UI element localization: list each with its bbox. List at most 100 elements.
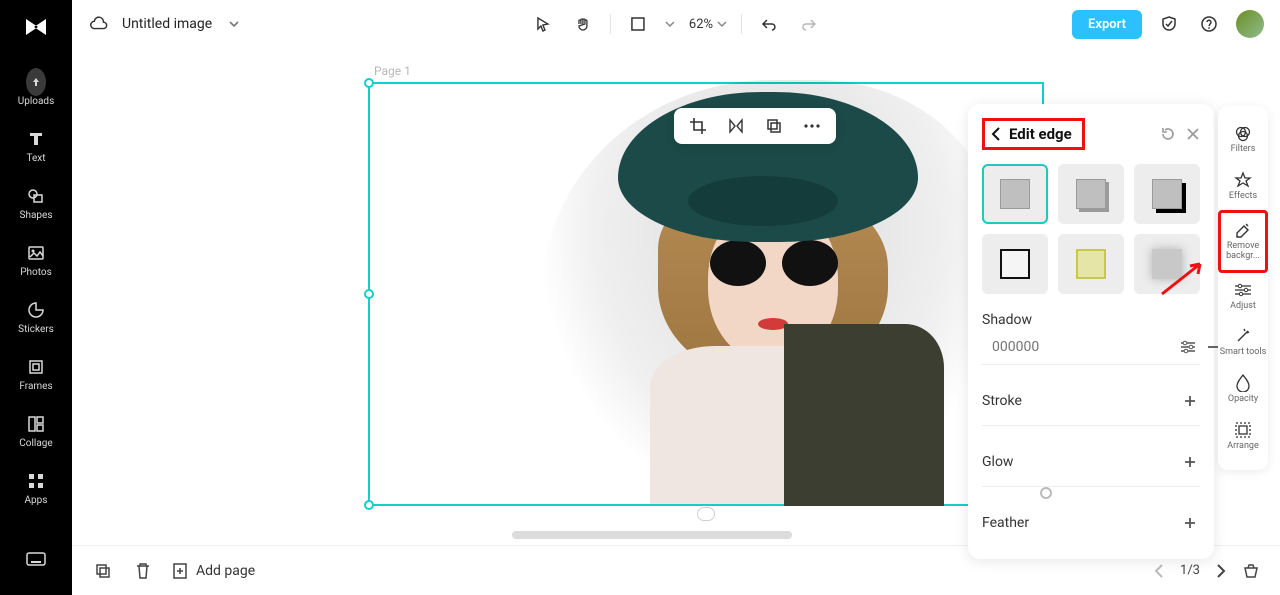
edge-preset-stroke-black[interactable] [982, 234, 1048, 294]
sidebar-item-stickers[interactable]: Stickers [8, 290, 64, 347]
rail-remove-background[interactable]: Remove backgr... [1218, 210, 1268, 273]
rail-opacity[interactable]: Opacity [1218, 366, 1268, 413]
sidebar-item-frames[interactable]: Frames [8, 347, 64, 404]
sliders-icon[interactable] [1180, 337, 1196, 357]
more-button[interactable] [802, 116, 822, 136]
app-logo[interactable] [19, 10, 53, 44]
photos-icon [26, 243, 46, 263]
page-counter: 1/3 [1180, 563, 1200, 578]
basket-icon[interactable] [1242, 562, 1260, 580]
sidebar-item-label: Uploads [18, 96, 54, 107]
rail-effects[interactable]: Effects [1218, 163, 1268, 210]
delete-page-button[interactable] [132, 560, 154, 582]
document-title[interactable]: Untitled image [122, 16, 212, 32]
sidebar-item-label: Stickers [18, 324, 54, 335]
resize-caret-icon[interactable] [665, 19, 675, 29]
rail-label: Effects [1229, 192, 1257, 202]
sidebar-item-uploads[interactable]: Uploads [8, 62, 64, 119]
workspace[interactable]: Page 1 [72, 48, 1280, 545]
zoom-value: 62% [689, 17, 713, 32]
add-feather-button[interactable] [1180, 513, 1200, 533]
select-tool[interactable] [530, 11, 556, 37]
resize-handle-bl[interactable] [364, 500, 374, 510]
apps-icon [26, 471, 46, 491]
help-icon[interactable] [1196, 11, 1222, 37]
canvas-image[interactable] [558, 84, 988, 504]
sidebar-item-label: Collage [19, 438, 52, 449]
rail-smart-tools[interactable]: Smart tools [1218, 319, 1268, 366]
add-page-label: Add page [196, 563, 255, 579]
rotate-handle[interactable] [697, 507, 715, 521]
edge-preset-shadow-soft[interactable] [1058, 164, 1124, 224]
selection-toolbar [674, 108, 836, 144]
edge-preset-none[interactable] [982, 164, 1048, 224]
top-bar: Untitled image 62% [72, 0, 1280, 48]
edge-preset-shadow-hard[interactable] [1134, 164, 1200, 224]
sidebar-item-label: Shapes [20, 210, 53, 221]
frames-icon [26, 357, 46, 377]
add-stroke-button[interactable] [1180, 391, 1200, 411]
reset-icon[interactable] [1160, 126, 1176, 142]
prev-page-button[interactable] [1154, 564, 1164, 578]
horizontal-scrollbar[interactable] [512, 531, 792, 539]
undo-button[interactable] [756, 11, 782, 37]
add-page-button[interactable]: Add page [172, 562, 255, 580]
magic-wand-icon [1234, 327, 1252, 345]
zoom-control[interactable]: 62% [689, 17, 727, 32]
rail-arrange[interactable]: Arrange [1218, 413, 1268, 460]
add-glow-button[interactable] [1180, 452, 1200, 472]
shield-icon[interactable] [1156, 11, 1182, 37]
crop-button[interactable] [688, 116, 708, 136]
export-button[interactable]: Export [1072, 10, 1142, 39]
resize-handle-tl[interactable] [364, 78, 374, 88]
rail-label: Smart tools [1220, 348, 1267, 358]
sidebar-item-label: Photos [20, 267, 52, 278]
glow-label: Glow [982, 454, 1013, 470]
hand-tool[interactable] [570, 11, 596, 37]
rail-label: Filters [1231, 145, 1256, 155]
chevron-down-icon[interactable] [228, 18, 240, 30]
cloud-sync-icon[interactable] [88, 14, 108, 34]
edge-preset-glow[interactable] [1134, 234, 1200, 294]
redo-button[interactable] [796, 11, 822, 37]
arrange-icon [1234, 421, 1252, 439]
keyboard-icon [26, 549, 46, 569]
upload-icon [26, 72, 46, 92]
sidebar-keyboard[interactable] [8, 539, 64, 581]
shadow-hex-input[interactable] [992, 339, 1170, 355]
duplicate-page-button[interactable] [92, 560, 114, 582]
sidebar-item-photos[interactable]: Photos [8, 233, 64, 290]
effects-icon [1234, 171, 1252, 189]
sidebar-item-collage[interactable]: Collage [8, 404, 64, 461]
resize-handle-ml[interactable] [364, 289, 374, 299]
canvas-corner-indicator [1040, 487, 1052, 499]
chevron-down-icon [717, 19, 727, 29]
edge-preset-stroke-yellow[interactable] [1058, 234, 1124, 294]
resize-tool[interactable] [625, 11, 651, 37]
rail-filters[interactable]: Filters [1218, 116, 1268, 163]
right-tool-rail: Filters Effects Remove backgr... Adjust … [1218, 106, 1268, 470]
rail-adjust[interactable]: Adjust [1218, 273, 1268, 320]
panel-title-highlight: Edit edge [982, 118, 1085, 150]
rail-label: Arrange [1227, 442, 1259, 452]
canvas-selection-frame[interactable] [368, 82, 1044, 506]
edit-edge-panel: Edit edge Shadow [968, 104, 1214, 559]
back-icon[interactable] [991, 127, 1001, 141]
left-sidebar: Uploads Text Shapes Photos Stickers [0, 0, 72, 595]
rail-label: Adjust [1230, 302, 1256, 312]
close-icon[interactable] [1186, 127, 1200, 141]
user-avatar[interactable] [1236, 10, 1264, 38]
sidebar-item-shapes[interactable]: Shapes [8, 176, 64, 233]
next-page-button[interactable] [1216, 564, 1226, 578]
collage-icon [26, 414, 46, 434]
shadow-label: Shadow [982, 312, 1200, 328]
opacity-icon [1234, 374, 1252, 392]
text-icon [26, 129, 46, 149]
eraser-icon [1234, 221, 1252, 239]
flip-button[interactable] [726, 116, 746, 136]
rail-label: Opacity [1228, 395, 1258, 405]
sidebar-item-text[interactable]: Text [8, 119, 64, 176]
shapes-icon [26, 186, 46, 206]
layers-button[interactable] [764, 116, 784, 136]
sidebar-item-apps[interactable]: Apps [8, 461, 64, 518]
